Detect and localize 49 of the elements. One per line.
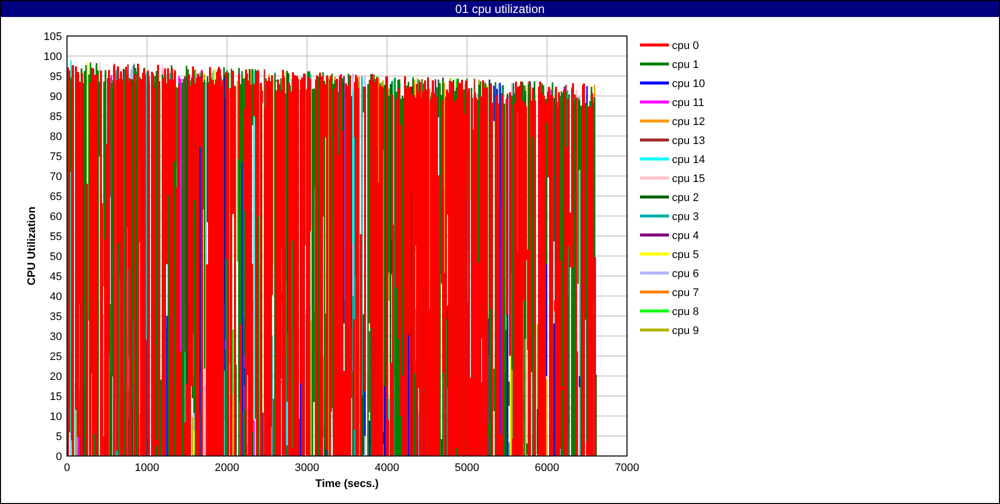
- tick-label: 55: [50, 231, 62, 243]
- legend-label: cpu 3: [672, 211, 699, 223]
- legend-label: cpu 9: [672, 325, 699, 337]
- tick-label: 7000: [614, 462, 640, 474]
- legend-label: cpu 1: [672, 59, 699, 71]
- tick-label: 100: [44, 51, 62, 63]
- tick-label: 3000: [294, 462, 320, 474]
- tick-label: 1000: [134, 462, 160, 474]
- legend-label: cpu 11: [672, 97, 704, 109]
- tick-label: 0: [56, 451, 62, 463]
- tick-label: 15: [50, 391, 62, 403]
- tick-label: 5000: [454, 462, 480, 474]
- tick-label: 2000: [214, 462, 240, 474]
- tick-label: 20: [50, 371, 62, 383]
- axis-title: Time (secs.): [315, 478, 379, 490]
- title-bar: 01 cpu utilization: [1, 1, 999, 17]
- legend-label: cpu 4: [672, 230, 699, 242]
- tick-label: 40: [50, 291, 62, 303]
- tick-label: 50: [50, 251, 62, 263]
- legend-label: cpu 10: [672, 78, 706, 90]
- tick-label: 80: [50, 131, 62, 143]
- tick-label: 35: [50, 311, 62, 323]
- tick-label: 45: [50, 271, 62, 283]
- tick-label: 90: [50, 91, 62, 103]
- tick-label: 75: [50, 151, 62, 163]
- tick-label: 60: [50, 211, 62, 223]
- tick-label: 4000: [374, 462, 400, 474]
- legend-label: cpu 13: [672, 135, 706, 147]
- tick-label: 10: [50, 411, 62, 423]
- legend-label: cpu 5: [672, 249, 699, 261]
- legend-label: cpu 0: [672, 40, 699, 52]
- tick-label: 85: [50, 111, 62, 123]
- tick-label: 25: [50, 351, 62, 363]
- tick-label: 6000: [534, 462, 560, 474]
- tick-label: 95: [50, 71, 62, 83]
- tick-label: 0: [64, 462, 70, 474]
- legend-label: cpu 15: [672, 173, 706, 185]
- legend-label: cpu 7: [672, 287, 699, 299]
- tick-label: 30: [50, 331, 62, 343]
- tick-label: 105: [44, 31, 62, 43]
- tick-label: 70: [50, 171, 62, 183]
- legend-label: cpu 6: [672, 268, 699, 280]
- legend-label: cpu 12: [672, 116, 706, 128]
- tick-label: 5: [56, 431, 62, 443]
- tick-label: 65: [50, 191, 62, 203]
- legend-label: cpu 14: [672, 154, 706, 166]
- axis-title: CPU Utilization: [26, 206, 38, 286]
- legend-label: cpu 8: [672, 306, 699, 318]
- legend-label: cpu 2: [672, 192, 699, 204]
